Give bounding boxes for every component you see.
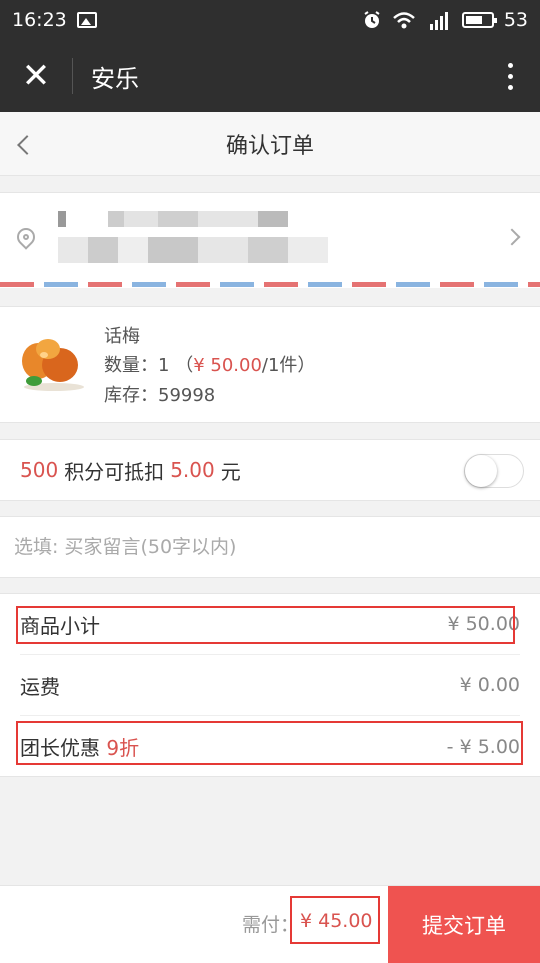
toggle-knob (465, 455, 497, 487)
back-icon[interactable] (17, 135, 37, 155)
shipping-row: 运费 ¥ 0.00 (20, 655, 520, 716)
points-unit: 元 (220, 459, 241, 484)
page-title: 确认订单 (225, 133, 314, 159)
alarm-icon (364, 11, 380, 28)
product-card: 话梅 数量：1 （¥ 50.00/1件） 库存：59998 (0, 306, 540, 423)
buyer-message-input[interactable] (0, 517, 540, 577)
address-section[interactable] (0, 192, 540, 288)
points-deduct-value: 5.00 (170, 458, 215, 482)
stock-label: 库存： (104, 385, 158, 406)
status-bar: 16:23 53 (0, 0, 540, 40)
quantity-value: 1 (158, 355, 170, 376)
more-options-icon[interactable] (480, 40, 540, 112)
points-amount: 500 (20, 458, 59, 482)
product-quantity: 数量：1 （¥ 50.00/1件） (104, 351, 315, 377)
points-deduction: 500 积分可抵扣 5.00 元 (0, 439, 540, 501)
product-name: 话梅 (104, 326, 140, 347)
status-time: 16:23 (12, 9, 67, 31)
quantity-label: 数量： (104, 355, 158, 376)
battery-icon (461, 12, 497, 28)
address-line-redacted (58, 237, 328, 263)
price-open: （ (175, 355, 194, 376)
amount-due-highlight-box (290, 896, 380, 944)
product-stock: 库存：59998 (104, 381, 215, 407)
submit-order-button[interactable]: 提交订单 (388, 886, 540, 963)
discount-highlight-box (16, 721, 523, 765)
signal-4g-icon (429, 12, 448, 30)
app-bar: ✕ 安乐 (0, 40, 540, 112)
app-bar-divider (72, 58, 73, 94)
chevron-right-icon (503, 228, 521, 246)
status-right: 53 (362, 9, 528, 31)
address-name-redacted (58, 211, 288, 227)
wifi-icon (392, 12, 415, 29)
location-pin-icon (13, 224, 39, 250)
app-title: 安乐 (91, 64, 139, 93)
price-unit: /1件） (261, 355, 316, 376)
points-toggle[interactable] (464, 454, 524, 488)
stock-value: 59998 (158, 385, 216, 406)
shipping-label: 运费 (20, 674, 60, 699)
buyer-message (0, 516, 540, 578)
close-icon[interactable]: ✕ (0, 40, 72, 112)
airmail-divider (0, 282, 540, 287)
product-price: ¥ 50.00 (193, 355, 262, 376)
image-notification-icon (76, 12, 97, 28)
product-thumbnail (22, 339, 84, 391)
points-text: 积分可抵扣 (64, 459, 165, 484)
page-header: 确认订单 (0, 112, 540, 176)
subtotal-highlight-box (16, 606, 515, 644)
shipping-value: ¥ 0.00 (459, 674, 520, 696)
bottom-bar: 需付： ¥ 45.00 提交订单 (0, 885, 540, 963)
battery-level: 53 (503, 9, 528, 31)
